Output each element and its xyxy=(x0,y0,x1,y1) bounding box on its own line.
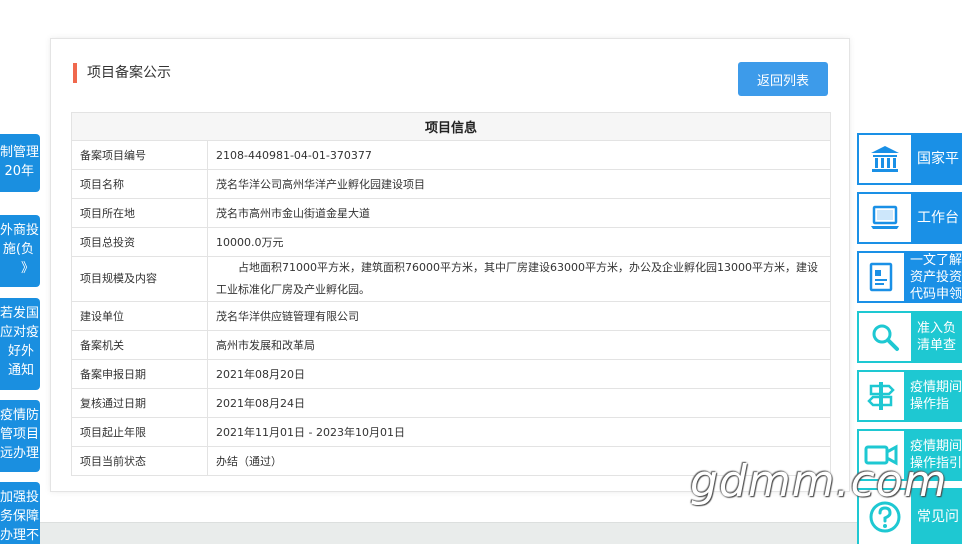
row-value: 茂名市高州市金山街道金星大道 xyxy=(207,198,831,228)
document-chart-icon xyxy=(859,253,904,301)
laptop-icon xyxy=(859,194,911,242)
row-label: 备案机关 xyxy=(71,330,208,360)
row-label: 建设单位 xyxy=(71,301,208,331)
workbench-label: 工作台 xyxy=(917,209,959,226)
negative-list-query-link[interactable]: 准入负 清单查 xyxy=(857,311,962,363)
epidemic-guide-line: 操作指 xyxy=(909,397,949,412)
left-notice-2[interactable]: 外商投 施(负 》 xyxy=(0,215,40,287)
row-label: 项目起止年限 xyxy=(71,417,208,447)
left-notice-line: 》 xyxy=(20,261,34,276)
row-label: 项目规模及内容 xyxy=(71,256,208,302)
left-notice-line: 管项目 xyxy=(0,427,40,442)
watermark: gdmm.com xyxy=(690,456,948,507)
signpost-icon xyxy=(859,372,904,420)
row-label: 备案项目编号 xyxy=(71,140,208,170)
national-platform-label: 国家平 xyxy=(917,150,959,167)
left-notice-line: 外商投 xyxy=(0,223,40,238)
row-label: 项目所在地 xyxy=(71,198,208,228)
back-to-list-button[interactable]: 返回列表 xyxy=(738,62,828,96)
faq-label: 常见问 xyxy=(917,508,959,525)
asset-investment-guide-link[interactable]: 一文了解 资产投资 代码申领 xyxy=(857,251,962,303)
table-row: 项目总投资 10000.0万元 xyxy=(71,227,831,257)
row-value: 高州市发展和改革局 xyxy=(207,330,831,360)
left-notice-line: 务保障 xyxy=(0,509,40,524)
row-value: 2108-440981-04-01-370377 xyxy=(207,140,831,170)
left-notice-line: 好外 xyxy=(7,344,34,359)
epidemic-video-line: 疫情期间 xyxy=(909,439,962,454)
row-value: 10000.0万元 xyxy=(207,227,831,257)
row-value: 茂名华洋公司高州华洋产业孵化园建设项目 xyxy=(207,169,831,199)
table-row: 项目规模及内容 占地面积71000平方米，建筑面积76000平方米，其中厂房建设… xyxy=(71,256,831,302)
table-header: 项目信息 xyxy=(71,112,831,141)
row-label: 项目名称 xyxy=(71,169,208,199)
left-notice-4[interactable]: 疫情防 管项目 远办理 xyxy=(0,400,40,472)
left-notice-line: 20年 xyxy=(4,164,34,179)
table-header-row: 项目信息 xyxy=(71,112,831,141)
asset-guide-line: 一文了解 xyxy=(909,252,962,268)
left-notice-line: 若发国 xyxy=(0,306,40,321)
national-platform-link[interactable]: 国家平 xyxy=(857,133,962,185)
row-label: 复核通过日期 xyxy=(71,388,208,418)
asset-guide-line: 资产投资 xyxy=(909,269,962,285)
table-row: 项目名称 茂名华洋公司高州华洋产业孵化园建设项目 xyxy=(71,169,831,199)
project-record-card: 项目备案公示 返回列表 项目信息 备案项目编号 2108-440981-04-0… xyxy=(50,38,850,492)
left-notice-line: 应对疫 xyxy=(0,325,40,340)
footer-band xyxy=(0,522,962,544)
negative-list-line: 清单查 xyxy=(917,338,957,353)
project-info-table: 项目信息 备案项目编号 2108-440981-04-01-370377 项目名… xyxy=(71,112,831,476)
table-row: 建设单位 茂名华洋供应链管理有限公司 xyxy=(71,301,831,331)
table-row: 项目起止年限 2021年11月01日 - 2023年10月01日 xyxy=(71,417,831,447)
epidemic-guide-line: 疫情期间 xyxy=(909,380,962,395)
row-value: 茂名华洋供应链管理有限公司 xyxy=(207,301,831,331)
left-notice-5[interactable]: 加强投 务保障 办理不 xyxy=(0,482,40,544)
row-value: 2021年08月20日 xyxy=(207,359,831,389)
table-row: 备案机关 高州市发展和改革局 xyxy=(71,330,831,360)
government-building-icon xyxy=(859,135,911,183)
left-notice-line: 制管理 xyxy=(0,145,40,160)
row-label: 项目当前状态 xyxy=(71,446,208,476)
row-label: 备案申报日期 xyxy=(71,359,208,389)
table-row: 备案项目编号 2108-440981-04-01-370377 xyxy=(71,140,831,170)
left-notice-3[interactable]: 若发国 应对疫 好外 通知 xyxy=(0,298,40,390)
left-notice-line: 施(负 xyxy=(2,242,34,257)
left-notice-1[interactable]: 制管理 20年 xyxy=(0,134,40,192)
magnifier-icon xyxy=(859,313,911,361)
asset-guide-line: 代码申领 xyxy=(909,286,962,302)
table-row: 复核通过日期 2021年08月24日 xyxy=(71,388,831,418)
row-value: 2021年11月01日 - 2023年10月01日 xyxy=(207,417,831,447)
left-notice-line: 远办理 xyxy=(0,446,40,461)
page-title: 项目备案公示 xyxy=(73,63,171,83)
negative-list-line: 准入负 xyxy=(917,321,957,336)
epidemic-guide-link[interactable]: 疫情期间 操作指 xyxy=(857,370,962,422)
workbench-link[interactable]: 工作台 xyxy=(857,192,962,244)
table-row: 项目所在地 茂名市高州市金山街道金星大道 xyxy=(71,198,831,228)
left-notice-line: 疫情防 xyxy=(0,408,40,423)
left-notice-line: 通知 xyxy=(7,363,34,378)
row-value: 2021年08月24日 xyxy=(207,388,831,418)
left-notice-line: 办理不 xyxy=(0,528,40,543)
table-row: 备案申报日期 2021年08月20日 xyxy=(71,359,831,389)
row-value: 占地面积71000平方米，建筑面积76000平方米，其中厂房建设63000平方米… xyxy=(207,256,831,302)
left-notice-line: 加强投 xyxy=(0,490,40,505)
row-label: 项目总投资 xyxy=(71,227,208,257)
